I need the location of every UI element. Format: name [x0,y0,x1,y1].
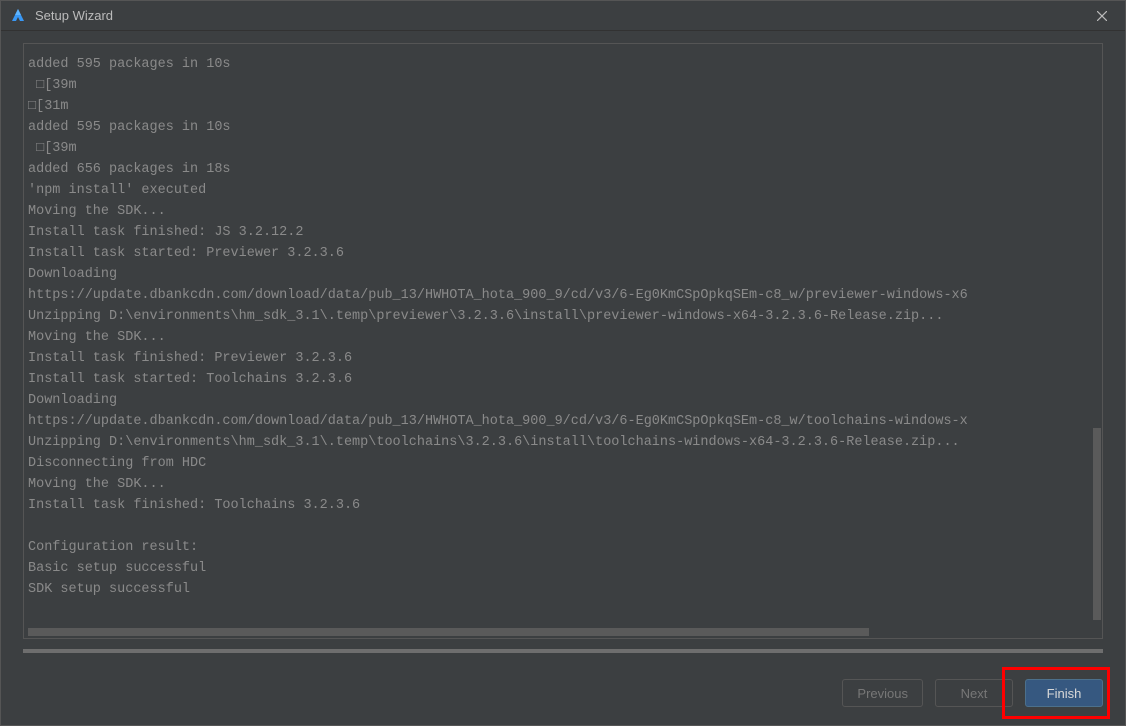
vertical-scrollbar-thumb[interactable] [1093,428,1101,620]
previous-button[interactable]: Previous [842,679,923,707]
progress-fill [23,649,1103,653]
next-button[interactable]: Next [935,679,1013,707]
finish-button[interactable]: Finish [1025,679,1103,707]
footer: Previous Next Finish [1,661,1125,725]
close-button[interactable] [1087,1,1117,31]
titlebar[interactable]: Setup Wizard [1,1,1125,31]
content-area: added 595 packages in 10s □[39m □[31m ad… [1,31,1125,661]
progress-bar [23,649,1103,653]
log-output[interactable]: added 595 packages in 10s □[39m □[31m ad… [23,43,1103,639]
horizontal-scrollbar-thumb[interactable] [28,628,869,636]
setup-wizard-window: Setup Wizard added 595 packages in 10s □… [0,0,1126,726]
horizontal-scrollbar[interactable] [24,626,1102,638]
vertical-scrollbar[interactable] [1092,44,1102,626]
log-text: added 595 packages in 10s □[39m □[31m ad… [24,44,1102,624]
app-icon [9,7,27,25]
window-title: Setup Wizard [35,8,1087,23]
